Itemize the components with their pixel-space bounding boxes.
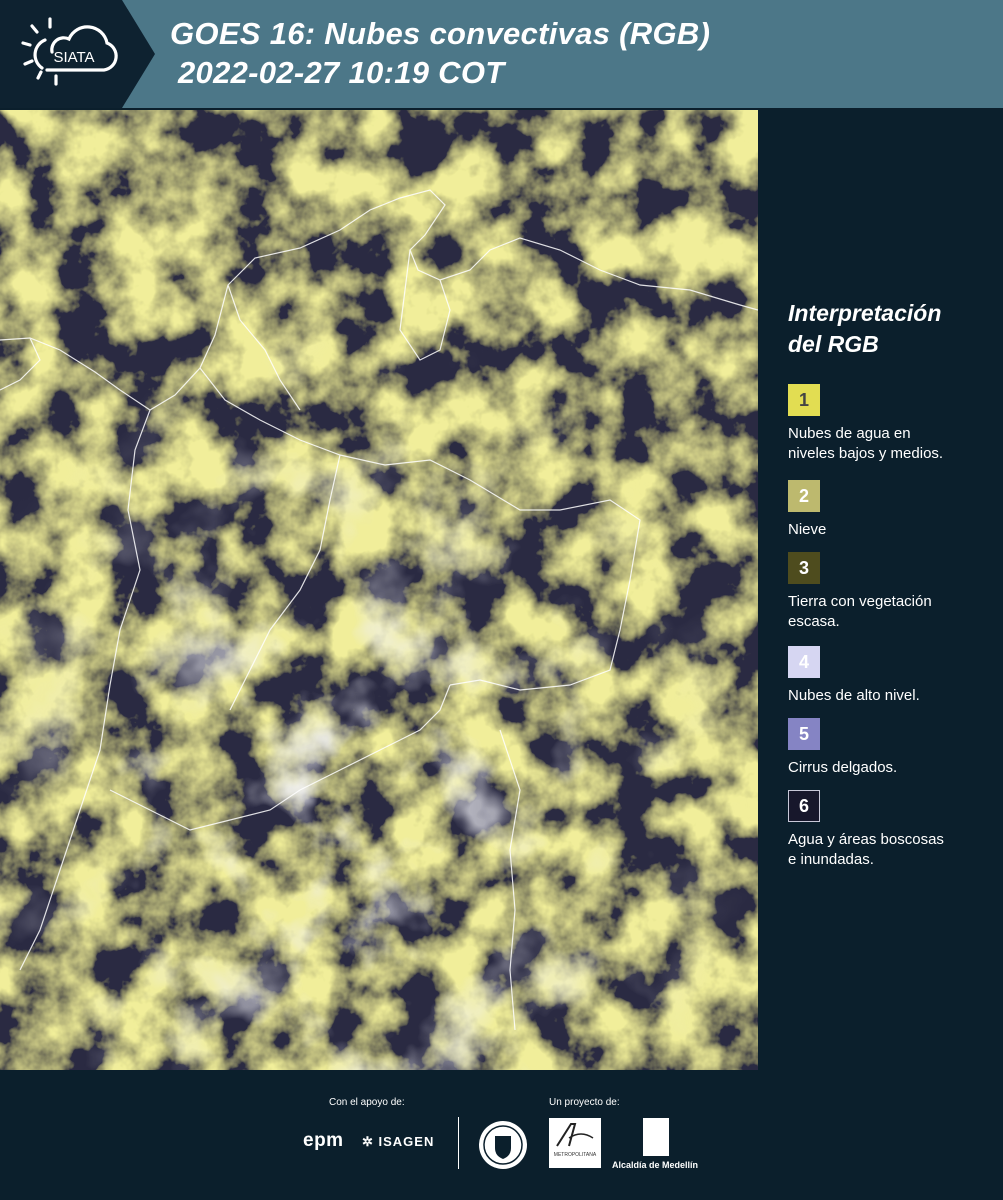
isagen-logo: ✲ ISAGEN bbox=[362, 1134, 435, 1149]
footer-divider bbox=[458, 1117, 459, 1169]
legend-item-2: 2 Nieve bbox=[788, 480, 826, 540]
satellite-image bbox=[0, 110, 758, 1070]
header-bar: SIATA GOES 16: Nubes convectivas (RGB) 2… bbox=[0, 0, 1003, 108]
legend-label-5: Cirrus delgados. bbox=[788, 759, 898, 776]
support-label: Con el apoyo de: bbox=[329, 1097, 405, 1108]
legend-label-4: Nubes de alto nivel. bbox=[788, 687, 920, 704]
legend-swatch-6: 6 bbox=[788, 790, 820, 822]
legend-item-1: 1 Nubes de agua en niveles bajos y medio… bbox=[788, 384, 943, 464]
footer: Con el apoyo de: Un proyecto de: epm ✲ I… bbox=[0, 1070, 1003, 1200]
epm-logo: epm bbox=[303, 1130, 344, 1151]
legend-swatch-4: 4 bbox=[788, 646, 820, 678]
legend-title: Interpretación del RGB bbox=[788, 300, 942, 357]
alcaldia-shield-icon bbox=[643, 1118, 669, 1156]
isagen-icon: ✲ bbox=[362, 1134, 379, 1149]
legend-swatch-1: 1 bbox=[788, 384, 820, 416]
area-metropolitana-logo: METROPOLITANA bbox=[549, 1118, 601, 1168]
alcaldia-label: Alcaldía de Medellín bbox=[612, 1160, 699, 1170]
legend-item-5: 5 Cirrus delgados. bbox=[788, 718, 897, 778]
project-label: Un proyecto de: bbox=[549, 1097, 620, 1108]
legend-panel: Interpretación del RGB 1 Nubes de agua e… bbox=[788, 298, 988, 868]
legend-item-3: 3 Tierra con vegetación escasa. bbox=[788, 552, 932, 632]
legend-label-2: Nieve bbox=[788, 521, 827, 538]
page-title: GOES 16: Nubes convectivas (RGB) bbox=[170, 16, 711, 51]
legend-item-6: 6 Agua y áreas boscosas e inundadas. bbox=[788, 790, 944, 870]
legend-label-1: Nubes de agua en niveles bajos y medios. bbox=[788, 425, 944, 462]
legend-swatch-3: 3 bbox=[788, 552, 820, 584]
medellin-seal-icon bbox=[479, 1121, 527, 1169]
legend-label-3: Tierra con vegetación escasa. bbox=[788, 593, 932, 630]
legend-swatch-5: 5 bbox=[788, 718, 820, 750]
legend-swatch-2: 2 bbox=[788, 480, 820, 512]
page-timestamp: 2022-02-27 10:19 COT bbox=[178, 55, 505, 90]
area-metropolitana-label: METROPOLITANA bbox=[553, 1152, 597, 1158]
svg-text:SIATA: SIATA bbox=[53, 49, 94, 66]
logo-panel: SIATA bbox=[0, 0, 155, 108]
legend-item-4: 4 Nubes de alto nivel. bbox=[788, 646, 920, 706]
legend-label-6: Agua y áreas boscosas e inundadas. bbox=[788, 831, 944, 868]
siata-logo-icon: SIATA bbox=[21, 17, 118, 86]
area-metropolitana-icon bbox=[556, 1123, 594, 1147]
